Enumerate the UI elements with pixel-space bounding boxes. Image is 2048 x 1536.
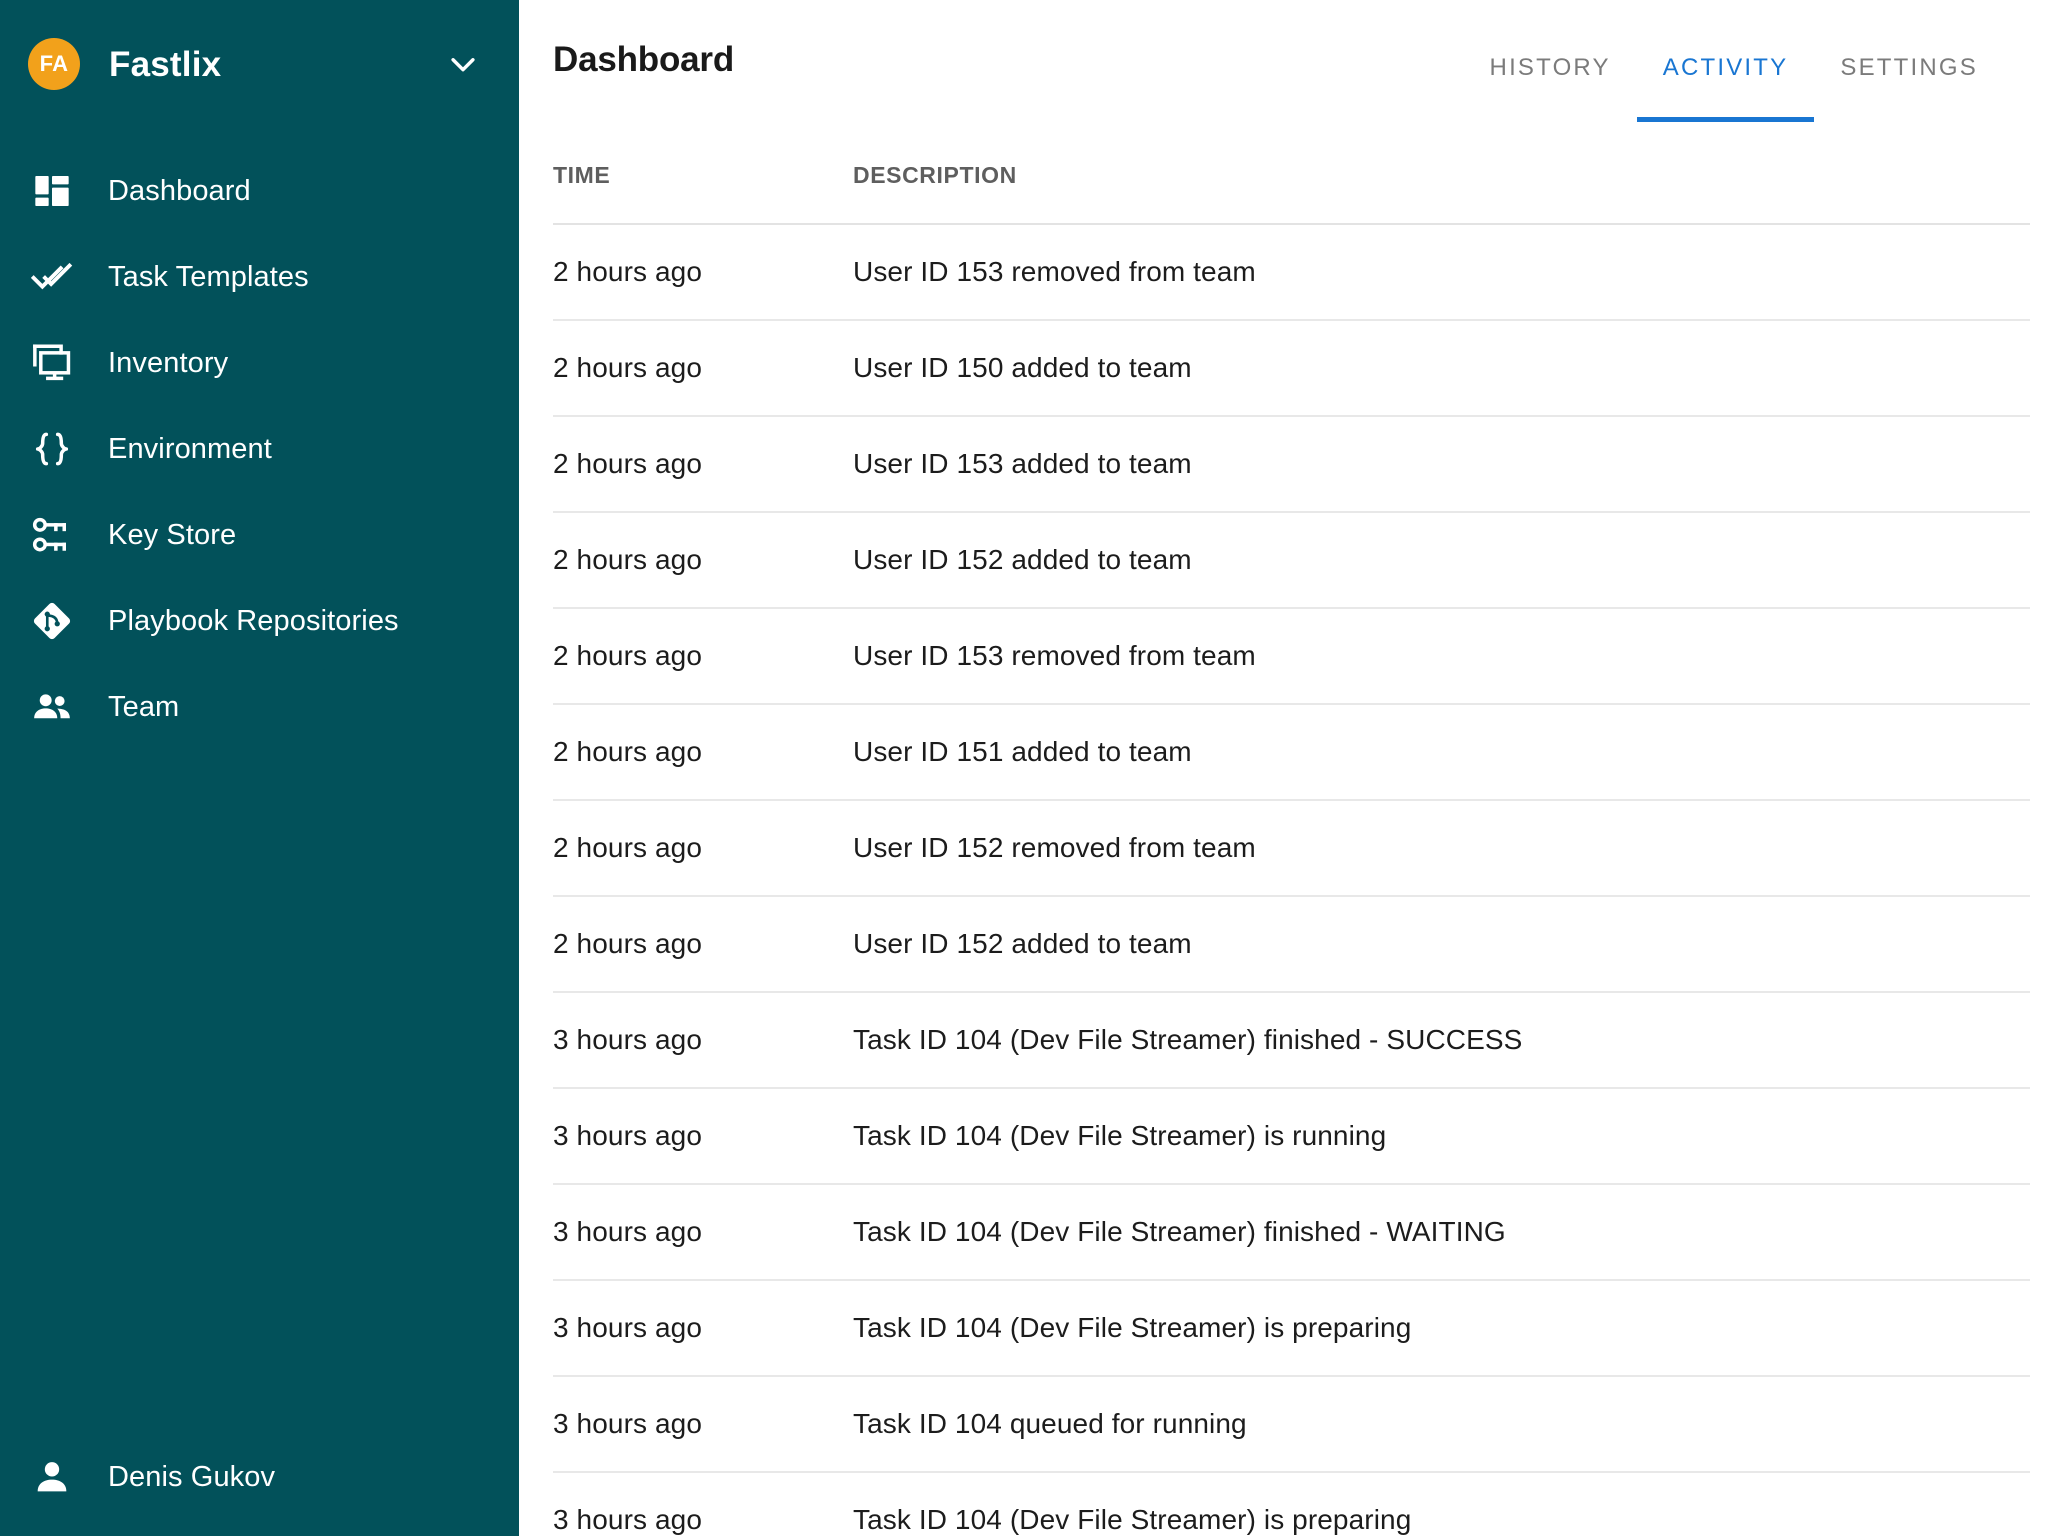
table-row[interactable]: 2 hours agoUser ID 152 added to team (553, 896, 2030, 992)
table-row[interactable]: 3 hours agoTask ID 104 (Dev File Streame… (553, 1280, 2030, 1376)
sidebar-item-team[interactable]: Team (0, 664, 519, 750)
dashboard-icon (28, 167, 76, 215)
cell-time: 2 hours ago (553, 704, 853, 800)
sidebar-item-label: Team (108, 691, 179, 724)
column-header-description[interactable]: DESCRIPTION (853, 128, 2030, 224)
sidebar-user-name: Denis Gukov (108, 1461, 275, 1494)
table-row[interactable]: 3 hours agoTask ID 104 (Dev File Streame… (553, 1472, 2030, 1536)
table-row[interactable]: 2 hours agoUser ID 152 removed from team (553, 800, 2030, 896)
cell-time: 3 hours ago (553, 992, 853, 1088)
tab-bar: HISTORY ACTIVITY SETTINGS (1464, 0, 2004, 128)
cell-description: Task ID 104 (Dev File Streamer) is prepa… (853, 1472, 2030, 1536)
people-icon (28, 683, 76, 731)
curly-braces-icon (28, 425, 76, 473)
keys-icon (28, 511, 76, 559)
git-repository-icon (28, 597, 76, 645)
cell-description: User ID 150 added to team (853, 320, 2030, 416)
cell-description: Task ID 104 (Dev File Streamer) finished… (853, 1184, 2030, 1280)
table-row[interactable]: 2 hours agoUser ID 153 added to team (553, 416, 2030, 512)
sidebar-item-label: Playbook Repositories (108, 605, 399, 638)
table-row[interactable]: 2 hours agoUser ID 151 added to team (553, 704, 2030, 800)
table-row[interactable]: 3 hours agoTask ID 104 (Dev File Streame… (553, 1184, 2030, 1280)
table-row[interactable]: 2 hours agoUser ID 153 removed from team (553, 224, 2030, 320)
cell-description: User ID 152 added to team (853, 512, 2030, 608)
double-check-icon (28, 253, 76, 301)
sidebar-item-key-store[interactable]: Key Store (0, 492, 519, 578)
table-row[interactable]: 3 hours agoTask ID 104 (Dev File Streame… (553, 992, 2030, 1088)
cell-description: User ID 153 added to team (853, 416, 2030, 512)
sidebar-item-playbook-repositories[interactable]: Playbook Repositories (0, 578, 519, 664)
table-header-row: TIME DESCRIPTION (553, 128, 2030, 224)
cell-time: 3 hours ago (553, 1184, 853, 1280)
sidebar-item-label: Dashboard (108, 175, 251, 208)
main-content: Dashboard HISTORY ACTIVITY SETTINGS TIME… (519, 0, 2048, 1536)
avatar: FA (28, 38, 80, 90)
activity-table: TIME DESCRIPTION 2 hours agoUser ID 153 … (553, 128, 2030, 1536)
monitor-icon (28, 339, 76, 387)
cell-time: 3 hours ago (553, 1088, 853, 1184)
brand-name: Fastlix (109, 47, 443, 82)
sidebar-item-label: Key Store (108, 519, 236, 552)
tab-activity[interactable]: ACTIVITY (1637, 0, 1815, 122)
cell-description: Task ID 104 (Dev File Streamer) is prepa… (853, 1280, 2030, 1376)
cell-description: Task ID 104 (Dev File Streamer) is runni… (853, 1088, 2030, 1184)
sidebar-user[interactable]: Denis Gukov (0, 1418, 519, 1536)
table-row[interactable]: 2 hours agoUser ID 150 added to team (553, 320, 2030, 416)
cell-time: 3 hours ago (553, 1280, 853, 1376)
sidebar-item-label: Task Templates (108, 261, 309, 294)
sidebar-item-inventory[interactable]: Inventory (0, 320, 519, 406)
person-icon (28, 1453, 76, 1501)
table-row[interactable]: 3 hours agoTask ID 104 (Dev File Streame… (553, 1088, 2030, 1184)
cell-time: 3 hours ago (553, 1472, 853, 1536)
sidebar-item-task-templates[interactable]: Task Templates (0, 234, 519, 320)
table-head: TIME DESCRIPTION (553, 128, 2030, 224)
cell-time: 2 hours ago (553, 320, 853, 416)
tab-settings[interactable]: SETTINGS (1814, 0, 2004, 122)
sidebar-item-label: Inventory (108, 347, 228, 380)
cell-description: Task ID 104 queued for running (853, 1376, 2030, 1472)
cell-description: User ID 153 removed from team (853, 608, 2030, 704)
cell-description: User ID 152 removed from team (853, 800, 2030, 896)
table-body: 2 hours agoUser ID 153 removed from team… (553, 224, 2030, 1536)
cell-description: Task ID 104 (Dev File Streamer) finished… (853, 992, 2030, 1088)
chevron-down-icon[interactable] (443, 44, 483, 84)
brand-header[interactable]: FA Fastlix (0, 0, 519, 128)
sidebar-item-label: Environment (108, 433, 272, 466)
table-row[interactable]: 2 hours agoUser ID 153 removed from team (553, 608, 2030, 704)
sidebar: FA Fastlix Dashboard (0, 0, 519, 1536)
sidebar-spacer (0, 750, 519, 1418)
cell-description: User ID 151 added to team (853, 704, 2030, 800)
cell-time: 2 hours ago (553, 416, 853, 512)
cell-time: 2 hours ago (553, 896, 853, 992)
page-title: Dashboard (553, 40, 734, 80)
top-bar: Dashboard HISTORY ACTIVITY SETTINGS (519, 0, 2048, 128)
table-row[interactable]: 3 hours agoTask ID 104 queued for runnin… (553, 1376, 2030, 1472)
cell-description: User ID 153 removed from team (853, 224, 2030, 320)
cell-time: 3 hours ago (553, 1376, 853, 1472)
activity-table-container: TIME DESCRIPTION 2 hours agoUser ID 153 … (519, 128, 2048, 1536)
sidebar-nav: Dashboard Task Templates (0, 148, 519, 750)
tab-history[interactable]: HISTORY (1464, 0, 1637, 122)
cell-description: User ID 152 added to team (853, 896, 2030, 992)
column-header-time[interactable]: TIME (553, 128, 853, 224)
cell-time: 2 hours ago (553, 224, 853, 320)
table-row[interactable]: 2 hours agoUser ID 152 added to team (553, 512, 2030, 608)
cell-time: 2 hours ago (553, 800, 853, 896)
cell-time: 2 hours ago (553, 512, 853, 608)
app-root: FA Fastlix Dashboard (0, 0, 2048, 1536)
sidebar-item-environment[interactable]: Environment (0, 406, 519, 492)
cell-time: 2 hours ago (553, 608, 853, 704)
sidebar-item-dashboard[interactable]: Dashboard (0, 148, 519, 234)
